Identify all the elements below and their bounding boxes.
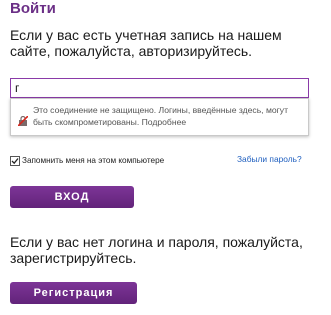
register-button[interactable]: Регистрация [10, 282, 137, 304]
login-page: Войти Если у вас есть учетная запись на … [0, 0, 331, 315]
register-prompt-text: Если у вас нет логина и пароля, пожалуйс… [10, 234, 303, 266]
login-button[interactable]: ВХОД [10, 186, 134, 208]
page-title: Войти [10, 0, 56, 17]
checkmark-icon [11, 157, 19, 164]
login-intro-text: Если у вас есть учетная запись на нашем … [10, 27, 282, 59]
remember-checkbox[interactable] [10, 155, 20, 166]
login-field[interactable] [10, 78, 309, 98]
insecure-lock-icon [17, 113, 29, 127]
warning-text: Это соединение не защищено. Логины, введ… [33, 105, 289, 127]
remember-label: Запомнить меня на этом компьютере [22, 155, 165, 165]
forgot-password-link[interactable]: Забыли пароль? [237, 153, 302, 165]
remember-me[interactable]: Запомнить меня на этом компьютере [10, 154, 164, 167]
insecure-connection-warning[interactable]: Это соединение не защищено. Логины, введ… [10, 98, 309, 136]
